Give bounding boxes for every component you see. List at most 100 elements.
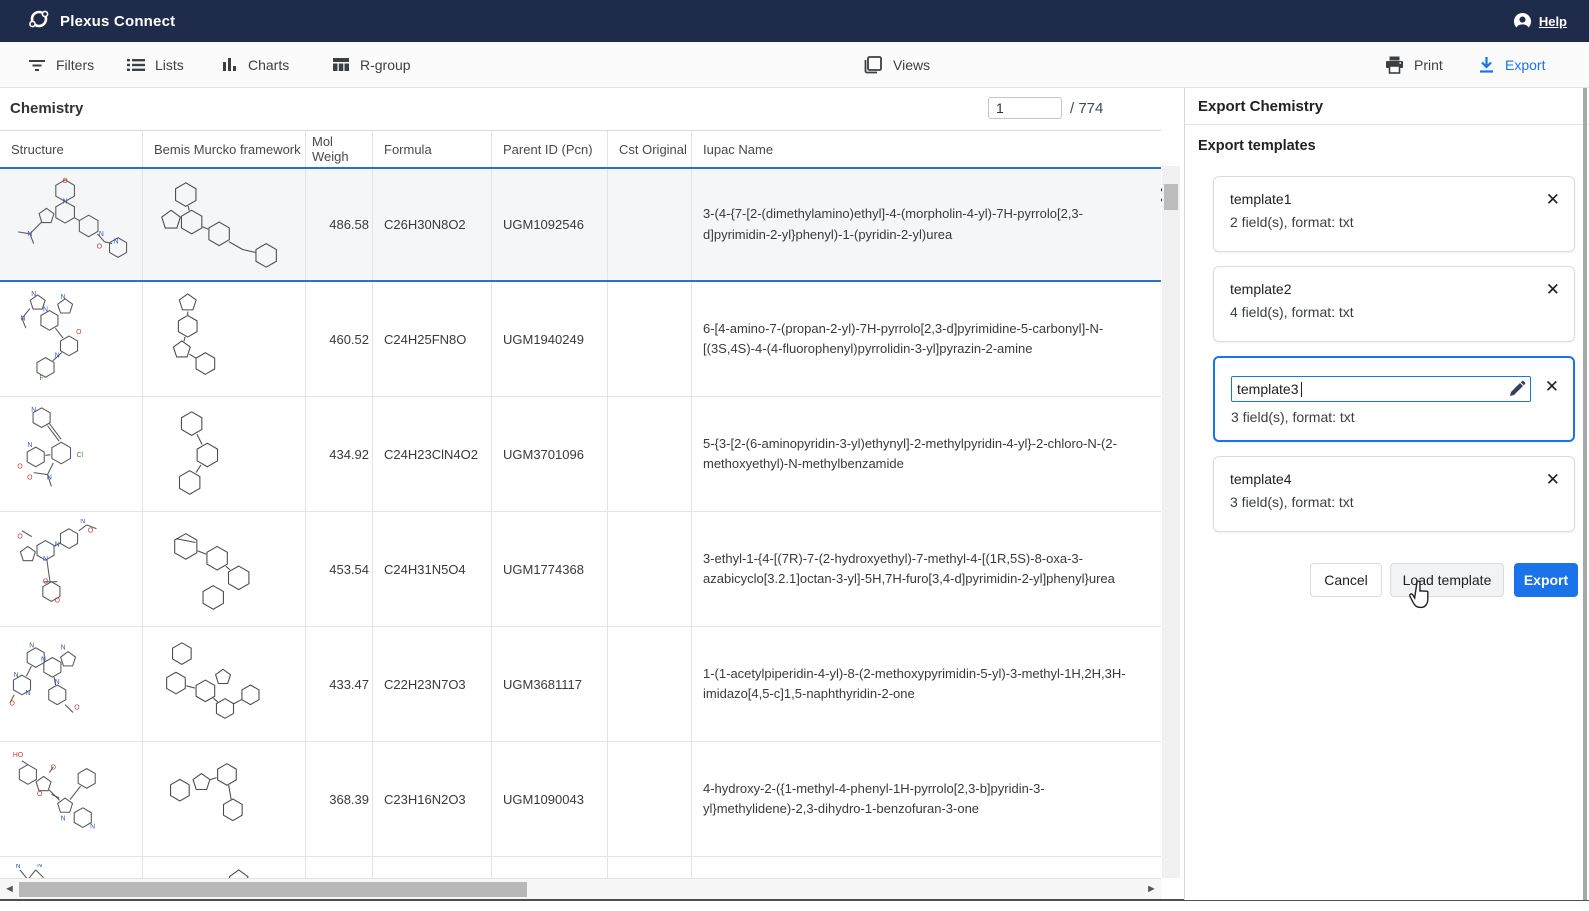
app-title: Plexus Connect — [60, 13, 175, 30]
template-details: 3 field(s), format: txt — [1230, 494, 1558, 510]
filters-button[interactable]: Filters — [28, 42, 94, 87]
svg-text:N: N — [99, 230, 104, 237]
help-link[interactable]: Help — [1513, 0, 1567, 42]
svg-text:O: O — [55, 597, 60, 604]
molecule-structure-drawing: HOOONN — [6, 749, 136, 849]
template-card-editing[interactable]: 3 field(s), format: txt ✕ — [1213, 356, 1575, 442]
charts-button[interactable]: Charts — [222, 42, 289, 87]
table-row[interactable]: NNClONO 434.92 C24H23ClN4O2 UGM3701096 5… — [0, 397, 1161, 512]
parent-id-value: UGM3681117 — [503, 677, 582, 692]
print-button[interactable]: Print — [1385, 42, 1443, 87]
iupac-name-value: 4-hydroxy-2-({1-methyl-4-phenyl-1H-pyrro… — [703, 779, 1139, 819]
formula-value: C26H30N8O2 — [384, 217, 466, 232]
iupac-name-value: 5-{3-[2-(6-aminopyridin-3-yl)ethynyl]-2-… — [703, 434, 1139, 474]
page-title: Chemistry — [10, 100, 83, 117]
column-header-formula[interactable]: Formula — [373, 131, 492, 167]
murcko-framework-drawing — [149, 519, 299, 619]
structure-cell: NN — [0, 857, 143, 878]
page-number-input[interactable] — [988, 97, 1062, 119]
vertical-scrollbar[interactable] — [1162, 166, 1180, 878]
template-card[interactable]: template2 4 field(s), format: txt ✕ — [1213, 266, 1575, 342]
column-header-iupac[interactable]: Iupac Name — [692, 131, 1161, 167]
iupac-name-value: 3-(4-{7-[2-(dimethylamino)ethyl]-4-(morp… — [703, 204, 1139, 244]
export-button-toolbar[interactable]: Export — [1478, 42, 1545, 87]
plexus-logo-icon — [28, 8, 50, 35]
table-row[interactable]: ONNNON 486.58 C26H30N8O2 UGM1092546 3-(4… — [0, 167, 1161, 282]
rgroup-button[interactable]: R-group — [332, 42, 411, 87]
table-row[interactable]: ONNONOO 453.54 C24H31N5O4 UGM1774368 3-e… — [0, 512, 1161, 627]
svg-text:O: O — [51, 765, 56, 772]
load-template-button[interactable]: Load template — [1390, 563, 1504, 597]
vertical-scroll-thumb[interactable] — [1164, 184, 1178, 210]
lists-button[interactable]: Lists — [127, 42, 184, 87]
molecule-structure-drawing: ONNNON — [6, 175, 136, 275]
delete-template-icon[interactable]: ✕ — [1546, 191, 1560, 208]
structure-cell: HOOONN — [0, 742, 143, 856]
column-header-bemis[interactable]: Bemis Murcko framework — [143, 131, 306, 167]
template-details: 4 field(s), format: txt — [1230, 304, 1558, 320]
svg-text:O: O — [97, 243, 102, 250]
table-row[interactable]: NN — [0, 857, 1161, 878]
molecule-structure-drawing: ONNONOO — [6, 519, 136, 619]
table-row[interactable]: HOOONN 368.39 C23H16N2O3 UGM1090043 4-hy… — [0, 742, 1161, 857]
svg-text:N: N — [16, 864, 21, 870]
formula-value: C22H23N7O3 — [384, 677, 466, 692]
murcko-framework-drawing — [149, 404, 299, 504]
parent-id-value: UGM3701096 — [503, 447, 584, 462]
svg-text:N: N — [27, 230, 32, 237]
delete-template-icon[interactable]: ✕ — [1546, 281, 1560, 298]
murcko-framework-drawing — [149, 634, 299, 734]
views-button[interactable]: Views — [863, 42, 930, 87]
table-header-row: Structure Bemis Murcko framework Mol Wei… — [0, 131, 1161, 167]
template-card[interactable]: template1 2 field(s), format: txt ✕ — [1213, 176, 1575, 252]
svg-text:N: N — [63, 198, 68, 205]
filter-lines-icon — [28, 58, 46, 72]
mol-weight-value: 460.52 — [329, 332, 369, 347]
svg-text:O: O — [43, 579, 48, 586]
svg-text:N: N — [41, 656, 46, 663]
export-templates-heading: Export templates — [1198, 138, 1316, 154]
scroll-right-icon[interactable]: ► — [1146, 883, 1157, 895]
murcko-framework-drawing — [149, 864, 299, 878]
column-header-parentid[interactable]: Parent ID (Pcn) — [492, 131, 608, 167]
template-name-input[interactable] — [1237, 381, 1492, 397]
template-card[interactable]: template4 3 field(s), format: txt ✕ — [1213, 456, 1575, 532]
horizontal-scrollbar[interactable]: ◄ ► — [0, 878, 1161, 900]
molecule-structure-drawing: NN — [6, 864, 136, 878]
column-header-structure[interactable]: Structure — [0, 131, 143, 167]
main-toolbar: Filters Lists Charts R-group Views Print… — [0, 42, 1589, 88]
svg-text:N: N — [61, 645, 66, 652]
rename-pencil-icon[interactable] — [1508, 380, 1526, 403]
export-confirm-button[interactable]: Export — [1514, 563, 1578, 597]
template-name: template1 — [1230, 191, 1558, 207]
structure-cell: NNNONFN — [0, 282, 143, 396]
formula-value: C24H31N5O4 — [384, 562, 466, 577]
table-row[interactable]: NNNONFN 460.52 C24H25FN8O UGM1940249 6-[… — [0, 282, 1161, 397]
molecule-structure-drawing: NNNNONNO — [6, 634, 136, 734]
bar-chart-icon — [222, 57, 238, 72]
scroll-left-icon[interactable]: ◄ — [4, 883, 15, 895]
column-header-molweight[interactable]: Mol Weigh — [306, 131, 373, 167]
cancel-button[interactable]: Cancel — [1310, 563, 1382, 597]
svg-text:N: N — [20, 315, 25, 322]
framework-cell — [143, 742, 306, 856]
delete-template-icon[interactable]: ✕ — [1546, 471, 1560, 488]
svg-text:Cl: Cl — [77, 452, 84, 459]
horizontal-scroll-thumb[interactable] — [19, 882, 527, 897]
svg-text:N: N — [90, 823, 95, 830]
table-row[interactable]: NNNNONNO 433.47 C22H23N7O3 UGM3681117 1-… — [0, 627, 1161, 742]
app-brand: Plexus Connect — [28, 0, 175, 42]
svg-text:N: N — [61, 816, 66, 823]
person-circle-icon — [1513, 12, 1532, 31]
svg-text:N: N — [25, 690, 30, 697]
parent-id-value: UGM1774368 — [503, 562, 584, 577]
delete-template-icon[interactable]: ✕ — [1545, 378, 1559, 395]
svg-text:O: O — [62, 177, 67, 184]
svg-text:O: O — [74, 704, 79, 711]
structure-cell: NNNNONNO — [0, 627, 143, 741]
filters-label: Filters — [56, 57, 94, 73]
mol-weight-value: 486.58 — [329, 217, 369, 232]
template-details: 3 field(s), format: txt — [1231, 409, 1557, 425]
column-header-cstoriginal[interactable]: Cst Original — [608, 131, 692, 167]
app-top-bar: Plexus Connect Help — [0, 0, 1589, 42]
